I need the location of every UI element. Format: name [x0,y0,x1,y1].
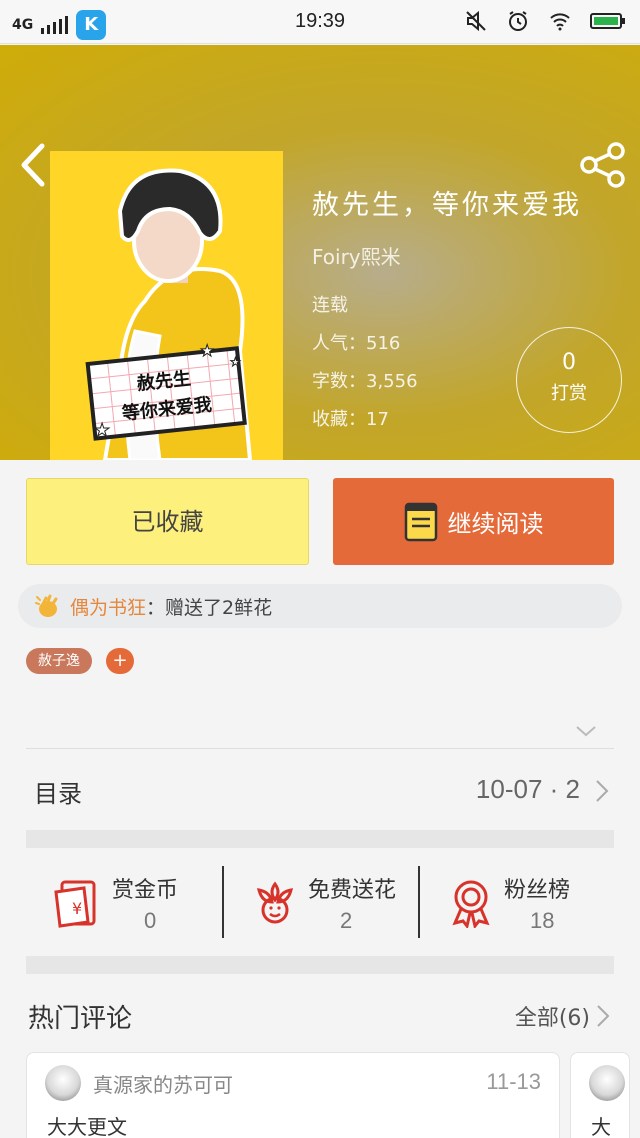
comment-text: 大大更文 [47,1115,127,1138]
gift-notice[interactable]: 偶为书狂 ：赠送了2鲜花 [18,584,622,628]
share-icon[interactable] [578,140,628,190]
continue-reading-label: 继续阅读 [447,510,544,538]
section-separator [26,956,614,974]
popularity-row: 人气：516 [312,329,400,355]
tip-count: 0 [562,350,576,375]
stat-coins[interactable]: ¥ 赏金币 0 [26,848,222,956]
stat-flowers[interactable]: 免费送花 2 [222,848,418,956]
alarm-icon [509,11,527,31]
book-title: 赦先生，等你来爱我 [312,190,582,221]
comment-card[interactable]: 真源家的苏可可 11-13 大大更文 [26,1052,560,1138]
hot-comments-title: 热门评论 [28,1004,133,1034]
flower-icon [256,881,294,924]
word-count-row: 字数：3,556 [312,367,418,393]
mute-icon [466,10,486,32]
stat-label: 免费送花 [308,878,397,903]
divider [26,748,614,749]
favorites-value: 17 [366,409,389,430]
stats-row: ¥ 赏金币 0 免费送花 2 粉丝榜 18 [26,848,614,956]
word-count-label: 字数： [312,371,366,392]
book-header: 赦先生 等你来爱我 ★ ★ ★ 赦先生，等你来爱我 Foiry熙米 连载 人气：… [0,45,640,460]
avatar[interactable] [45,1065,81,1101]
svg-text:★: ★ [94,420,110,441]
comment-card[interactable]: 大 [570,1052,630,1138]
popularity-value: 516 [366,333,401,354]
book-status: 连载 [312,295,348,316]
catalog-latest: 10-07 · 2 [475,774,580,804]
status-right [464,9,626,33]
section-separator [26,830,614,848]
avatar[interactable] [589,1065,625,1101]
gift-text: ：赠送了2鲜花 [146,596,273,619]
chevron-down-icon[interactable] [574,722,598,740]
comment-user[interactable]: 真源家的苏可可 [93,1069,233,1098]
medal-icon [452,880,490,928]
catalog-label: 目录 [34,780,82,808]
svg-text:¥: ¥ [72,899,82,918]
stat-value: 18 [530,908,555,933]
tip-button[interactable]: 0 打赏 [516,327,622,433]
battery-icon [590,13,625,29]
stat-label: 粉丝榜 [504,878,571,903]
tip-label: 打赏 [551,383,587,404]
stat-label: 赏金币 [112,878,179,903]
book-author[interactable]: Foiry熙米 [312,241,401,270]
stat-value: 2 [340,908,353,933]
word-count-value: 3,556 [366,371,418,392]
back-icon[interactable] [14,140,54,190]
all-comments-link[interactable]: 全部(6) [515,1000,590,1032]
popularity-label: 人气： [312,333,366,354]
tag-chip[interactable]: 赦子逸 [26,648,92,674]
svg-text:★: ★ [200,341,214,360]
book-icon [404,502,437,541]
stat-value: 0 [144,908,157,933]
gift-user[interactable]: 偶为书狂 [70,593,146,620]
applause-icon [35,594,58,617]
continue-reading-button[interactable]: 继续阅读 [333,478,614,565]
status-bar: 4G K 19:39 [0,0,640,44]
chevron-right-icon[interactable] [596,1004,610,1028]
stat-fans[interactable]: 粉丝榜 18 [418,848,614,956]
cover-illustration: 赦先生 等你来爱我 ★ ★ ★ [50,151,283,460]
comment-text: 大 [591,1115,611,1138]
collected-button[interactable]: 已收藏 [26,478,309,565]
add-tag-button[interactable]: + [106,648,134,674]
wifi-icon [550,13,570,31]
favorites-row: 收藏：17 [312,405,389,431]
red-envelope-icon: ¥ [54,880,96,928]
svg-text:★: ★ [230,355,241,369]
chevron-right-icon [596,780,609,802]
catalog-row[interactable]: 目录 10-07 · 2 [26,768,614,814]
favorites-label: 收藏： [312,409,366,430]
comment-date: 11-13 [486,1069,541,1094]
book-cover[interactable]: 赦先生 等你来爱我 ★ ★ ★ [50,151,283,460]
